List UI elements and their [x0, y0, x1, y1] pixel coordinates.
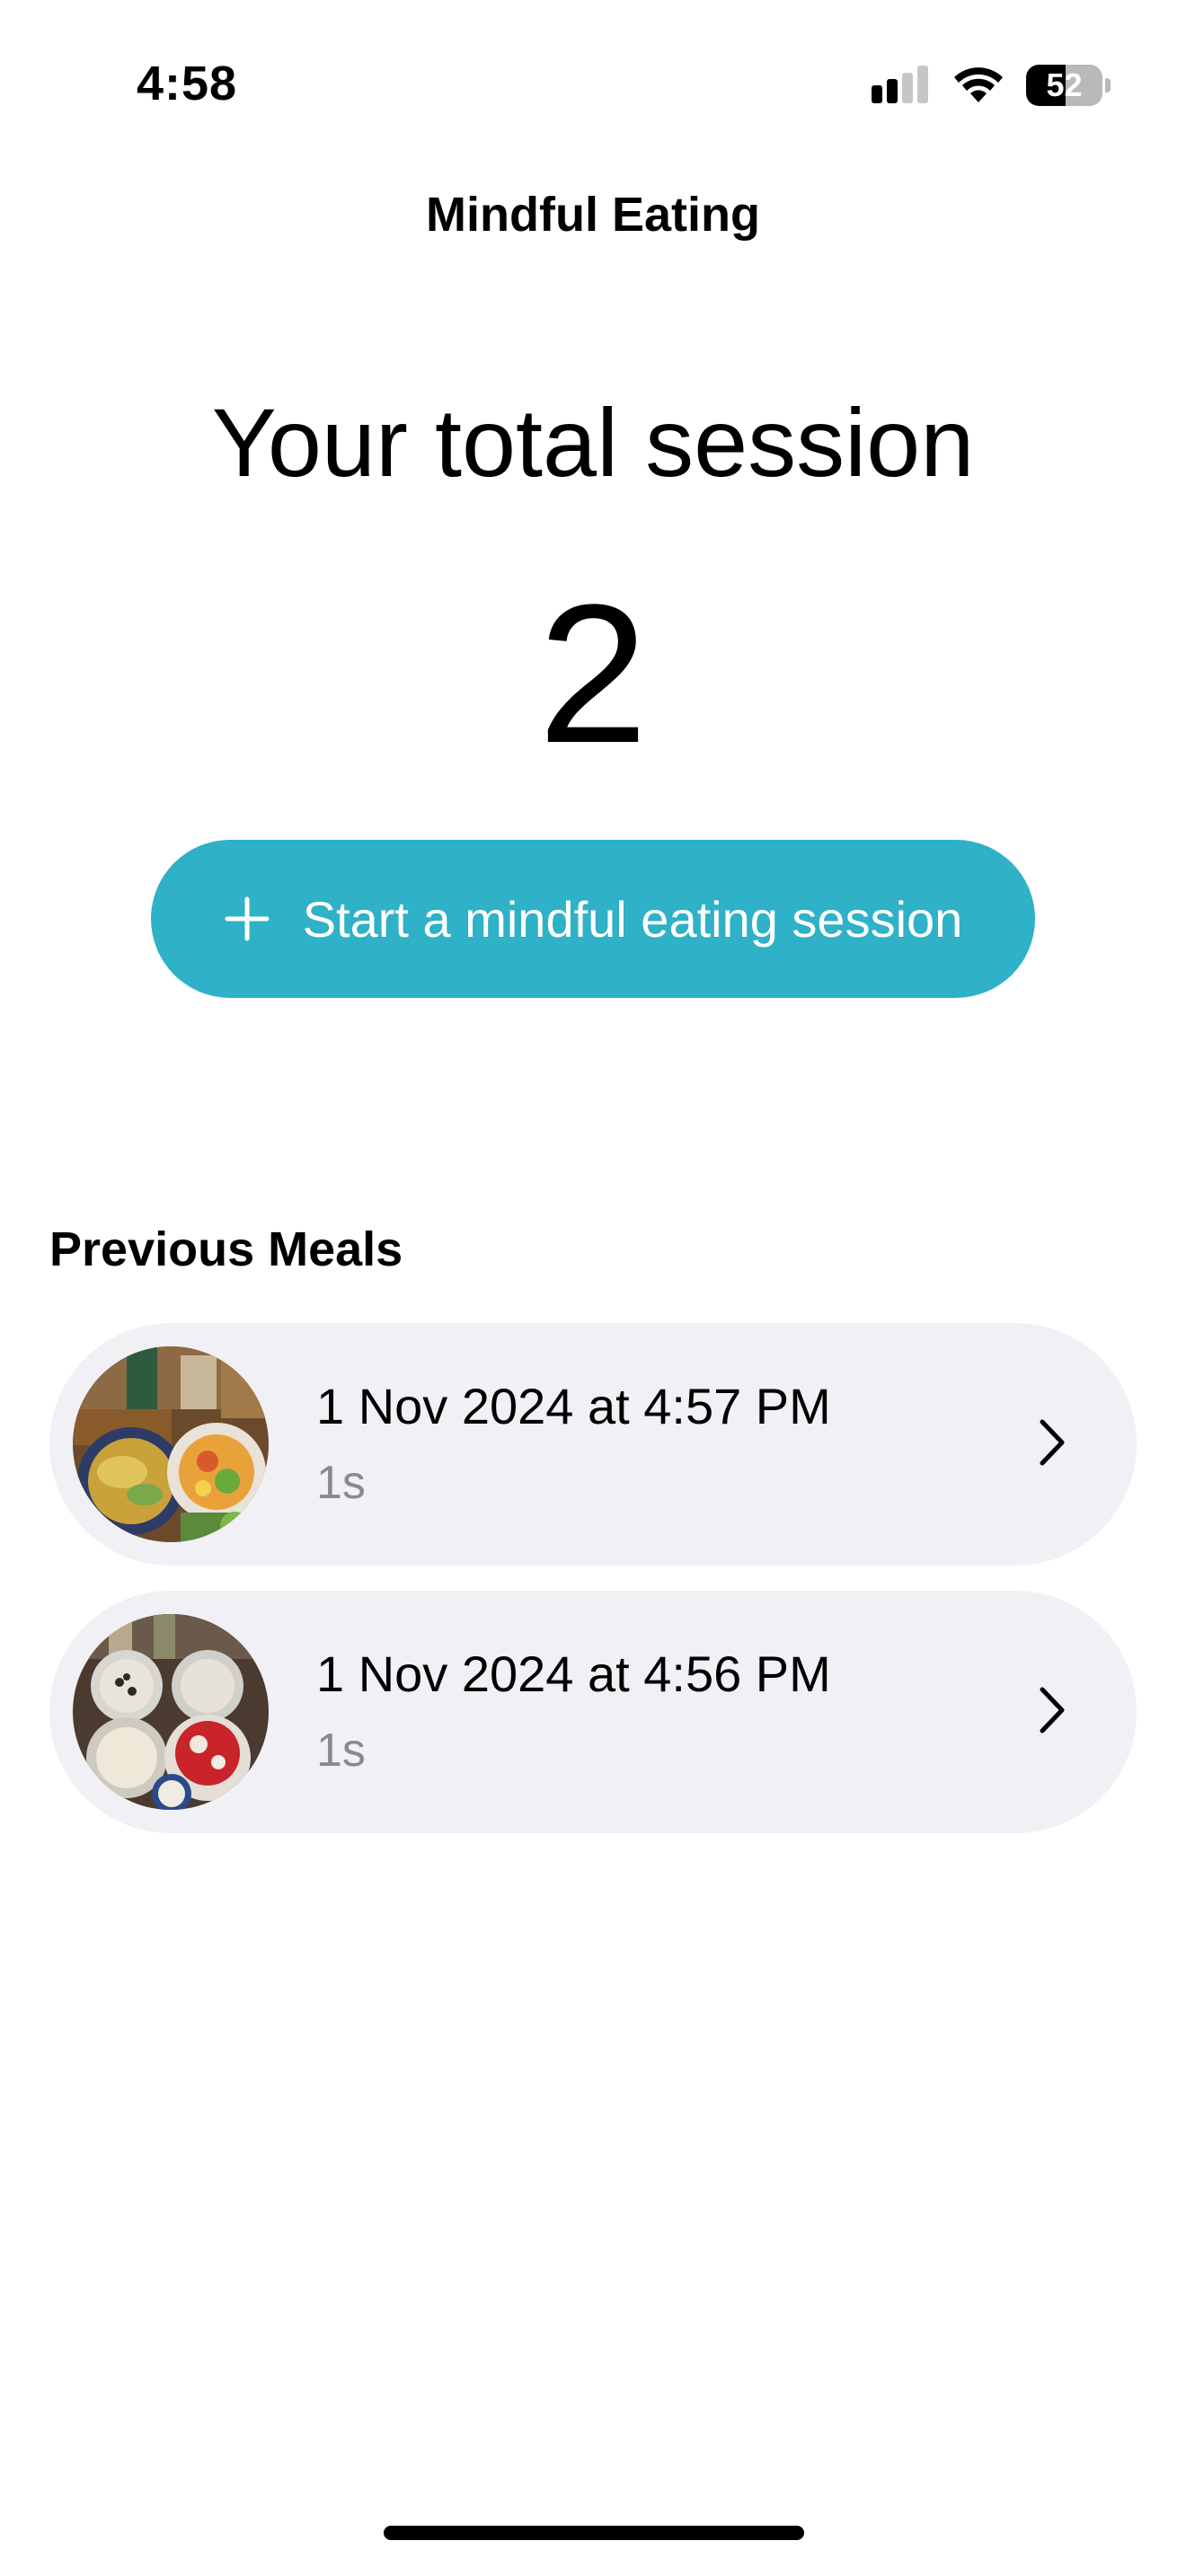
home-indicator[interactable]	[384, 2526, 804, 2540]
status-icons: 52	[872, 63, 1111, 108]
start-session-label: Start a mindful eating session	[302, 890, 963, 948]
total-session-heading: Your total session	[211, 388, 975, 497]
meal-duration: 1s	[316, 1457, 366, 1509]
meal-duration: 1s	[316, 1725, 366, 1777]
plus-icon	[224, 895, 270, 942]
previous-meals-title: Previous Meals	[49, 1222, 403, 1276]
signal-icon	[872, 66, 931, 105]
meal-date: 1 Nov 2024 at 4:57 PM	[316, 1378, 831, 1434]
chevron-right-icon	[1038, 1417, 1067, 1468]
battery-level: 52	[1046, 66, 1083, 103]
meal-list-item[interactable]: 1 Nov 2024 at 4:57 PM 1s	[49, 1323, 1137, 1566]
battery-icon: 52	[1026, 65, 1111, 106]
meal-photo	[73, 1346, 269, 1542]
page-title: Mindful Eating	[426, 188, 760, 242]
chevron-right-icon	[1038, 1685, 1067, 1735]
total-session-count: 2	[537, 563, 649, 784]
wifi-icon	[952, 66, 1005, 104]
start-session-button[interactable]: Start a mindful eating session	[151, 840, 1035, 998]
status-time: 4:58	[137, 57, 238, 110]
meal-date: 1 Nov 2024 at 4:56 PM	[316, 1645, 831, 1702]
dessert-photo	[73, 1614, 269, 1810]
previous-meals-list: 1 Nov 2024 at 4:57 PM 1s 1 Nov 2024 at 4…	[49, 1323, 1137, 1858]
meal-list-item[interactable]: 1 Nov 2024 at 4:56 PM 1s	[49, 1591, 1137, 1833]
